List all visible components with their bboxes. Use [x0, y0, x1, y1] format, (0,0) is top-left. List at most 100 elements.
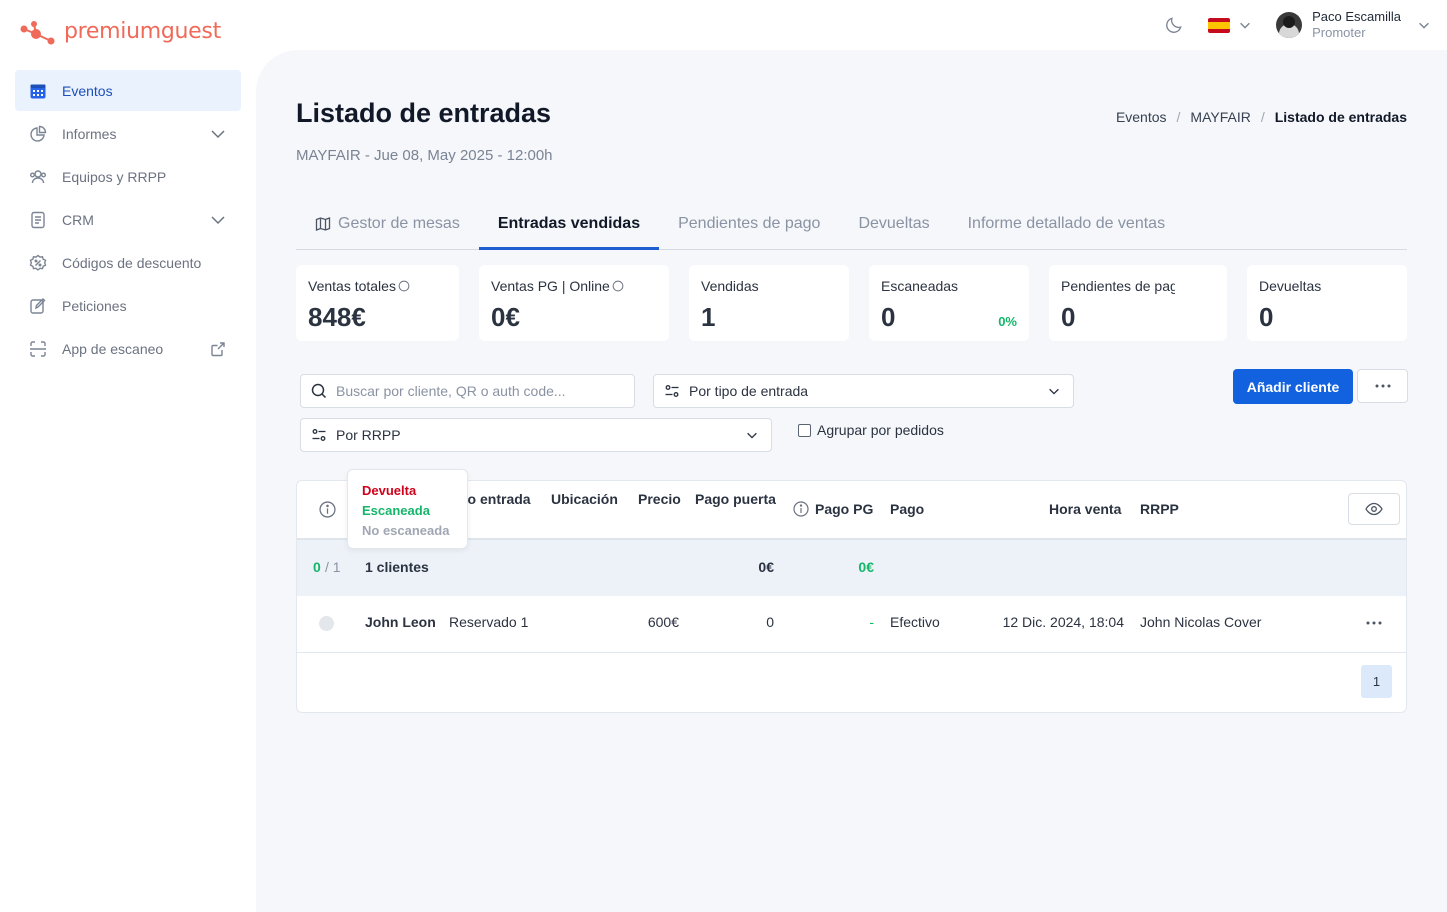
legend-scanned: Escaneada: [362, 503, 430, 518]
checkbox-label: Agrupar por pedidos: [817, 422, 944, 438]
header-sale-time[interactable]: Hora venta: [1049, 501, 1121, 517]
tab-label: Gestor de mesas: [338, 215, 460, 232]
user-role: Promoter: [1312, 25, 1366, 40]
stat-label: Escaneadas: [881, 278, 959, 294]
tab-gestor-mesas[interactable]: Gestor de mesas: [296, 198, 479, 250]
breadcrumb: Eventos / MAYFAIR / Listado de entradas: [1116, 109, 1407, 125]
sidebar-item-crm[interactable]: CRM: [15, 199, 241, 240]
row-name[interactable]: John Leon: [365, 614, 436, 630]
checkbox[interactable]: [798, 423, 811, 437]
sidebar-item-label: Peticiones: [62, 297, 127, 314]
row-more-icon[interactable]: [1365, 620, 1383, 626]
discount-icon: [29, 254, 47, 271]
row-pg-payment: -: [869, 614, 874, 630]
tabs: Gestor de mesas Entradas vendidas Pendie…: [296, 198, 1407, 250]
status-legend-popover: Devuelta Escaneada No escaneada: [347, 469, 468, 549]
chevron-down-icon: [1049, 388, 1059, 395]
map-icon: [315, 217, 331, 231]
group-orders-checkbox[interactable]: Agrupar por pedidos: [798, 422, 944, 438]
stat-value: 1: [701, 302, 716, 332]
stat-value: 0: [1259, 302, 1274, 332]
sidebar-item-informes[interactable]: Informes: [15, 113, 241, 154]
tab-label: Entradas vendidas: [497, 215, 641, 232]
header-ticket-type[interactable]: po entrada: [459, 491, 531, 507]
ticket-type-select[interactable]: Por tipo de entrada: [653, 374, 1074, 408]
sidebar-item-equipos[interactable]: Equipos y RRPP: [15, 156, 241, 197]
search-input[interactable]: Buscar por cliente, QR o auth code...: [300, 374, 635, 408]
sidebar-item-label: CRM: [62, 211, 94, 228]
brand-logo[interactable]: premiumguest: [18, 16, 221, 46]
row-sale-time: 12 Dic. 2024, 18:04: [1002, 614, 1124, 630]
stat-devueltas: Devueltas 0: [1247, 265, 1407, 341]
users-icon: [30, 169, 46, 183]
info-icon[interactable]: [793, 501, 809, 517]
breadcrumb-event[interactable]: MAYFAIR: [1190, 109, 1250, 125]
breadcrumb-separator: /: [1260, 109, 1265, 125]
tab-pendientes-pago[interactable]: Pendientes de pago: [659, 198, 839, 250]
row-divider: [297, 652, 1406, 653]
sidebar-item-label: Eventos: [62, 82, 113, 99]
info-icon[interactable]: [398, 279, 410, 293]
header-price[interactable]: Precio: [638, 491, 681, 507]
header-rrpp[interactable]: RRPP: [1140, 501, 1179, 517]
stat-vendidas: Vendidas 1: [689, 265, 849, 341]
moon-icon[interactable]: [1164, 15, 1184, 35]
legend-not-scanned: No escaneada: [362, 523, 450, 538]
stat-label: Devueltas: [1259, 278, 1322, 294]
rrpp-value: Por RRPP: [336, 427, 401, 443]
stat-value: 848€: [308, 302, 366, 332]
chevron-down-icon[interactable]: [210, 126, 226, 142]
header-pg-payment[interactable]: Pago PG: [815, 501, 873, 517]
spain-flag-icon[interactable]: [1208, 17, 1231, 33]
tab-label: Pendientes de pago: [678, 215, 821, 232]
summary-door-total: 0€: [758, 559, 774, 575]
sidebar-item-eventos[interactable]: Eventos: [15, 70, 241, 111]
header-payment[interactable]: Pago: [890, 501, 924, 517]
breadcrumb-current: Listado de entradas: [1274, 109, 1407, 125]
filter-icon: [665, 385, 679, 397]
chevron-down-icon[interactable]: [1238, 18, 1252, 32]
header-door-payment[interactable]: Pago puerta: [695, 491, 776, 507]
summary-pg-total: 0€: [858, 559, 874, 575]
breadcrumb-separator: /: [1176, 109, 1181, 125]
pie-chart-icon: [30, 125, 47, 142]
brand-name: premiumguest: [64, 18, 221, 44]
info-icon[interactable]: [319, 501, 336, 518]
sidebar-item-label: Equipos y RRPP: [62, 168, 167, 185]
calendar-icon: [30, 84, 46, 98]
add-client-button[interactable]: Añadir cliente: [1233, 369, 1353, 404]
more-options-button[interactable]: [1357, 369, 1408, 403]
sidebar-item-peticiones[interactable]: Peticiones: [15, 285, 241, 326]
tab-devueltas[interactable]: Devueltas: [839, 198, 948, 250]
eye-icon: [1365, 502, 1383, 516]
tab-label: Devueltas: [858, 215, 930, 232]
row-ticket-type: Reservado 1: [449, 614, 529, 630]
stat-escaneadas: Escaneadas 0 0%: [869, 265, 1029, 341]
stat-value: 0: [1061, 302, 1076, 332]
info-icon[interactable]: [612, 279, 624, 293]
chevron-down-icon: [747, 432, 757, 439]
pagination-page-1[interactable]: 1: [1361, 665, 1392, 698]
chevron-down-icon[interactable]: [210, 212, 226, 228]
breadcrumb-eventos[interactable]: Eventos: [1116, 109, 1167, 125]
external-link-icon[interactable]: [210, 341, 226, 357]
stat-value: 0€: [491, 302, 520, 332]
stat-label: Vendidas: [701, 278, 759, 294]
column-visibility-button[interactable]: [1348, 493, 1400, 525]
avatar[interactable]: [1276, 12, 1303, 38]
summary-clients: 1 clientes: [365, 559, 429, 575]
tab-entradas-vendidas[interactable]: Entradas vendidas: [478, 198, 660, 250]
scan-icon: [30, 340, 46, 357]
user-info[interactable]: Paco Escamilla Promoter: [1312, 9, 1401, 41]
stat-ventas-totales: Ventas totales 848€: [296, 265, 459, 341]
user-menu-chevron-icon[interactable]: [1417, 18, 1431, 32]
sidebar-item-codigos[interactable]: Códigos de descuento: [15, 242, 241, 283]
tab-label: Informe detallado de ventas: [967, 215, 1166, 232]
sidebar: Eventos Informes Equipos y RRPP CRM Códi…: [15, 70, 241, 371]
rrpp-select[interactable]: Por RRPP: [300, 418, 772, 452]
status-indicator: [319, 616, 334, 631]
stat-value: 0: [881, 302, 896, 332]
header-location[interactable]: Ubicación: [551, 491, 618, 507]
tab-informe-ventas[interactable]: Informe detallado de ventas: [949, 198, 1184, 250]
sidebar-item-app-escaneo[interactable]: App de escaneo: [15, 328, 241, 369]
